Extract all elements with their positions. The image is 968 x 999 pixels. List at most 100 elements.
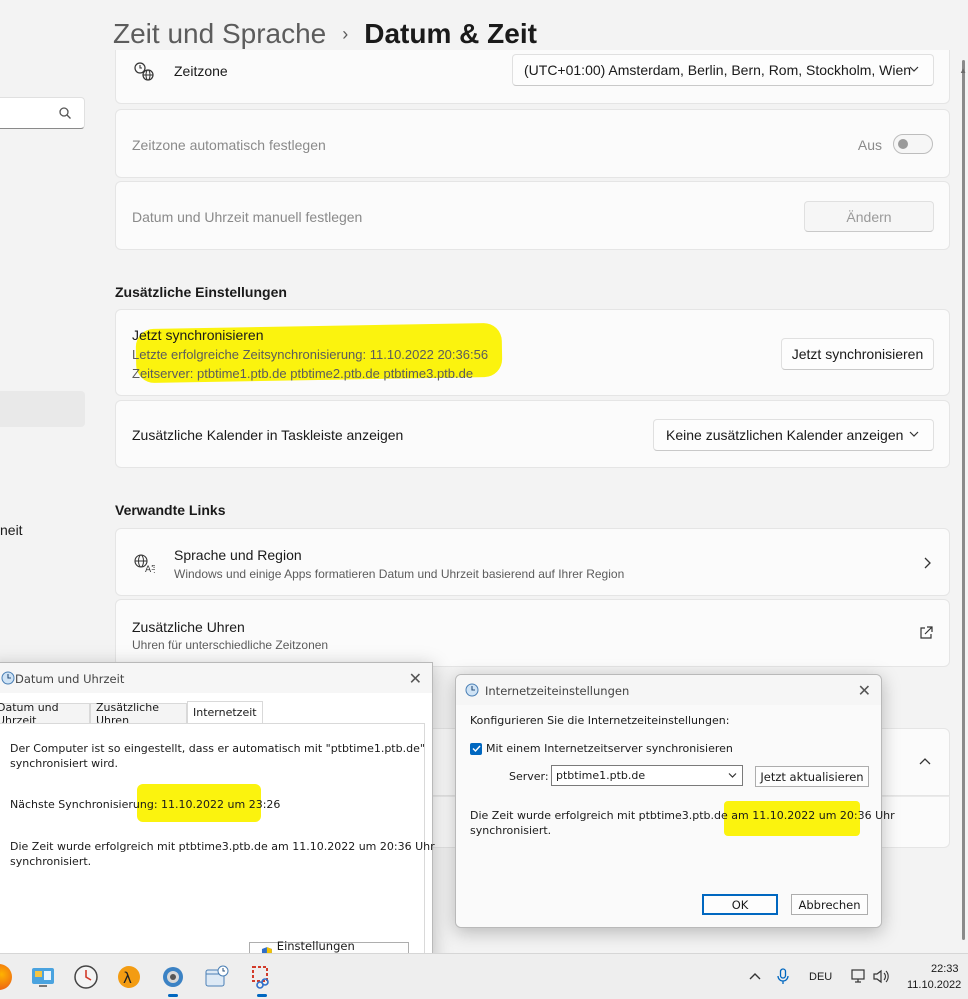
datetime-dialog: Datum und Uhrzeit ✕ Datum und Uhrzeit Zu… xyxy=(0,662,435,967)
last-sync-text: Letzte erfolgreiche Zeitsynchronisierung… xyxy=(132,347,489,362)
scroll-up-arrow-icon[interactable]: ▲ xyxy=(959,66,967,75)
active-indicator xyxy=(168,994,178,997)
tab-strip: Datum und Uhrzeit Zusätzliche Uhren Inte… xyxy=(0,701,434,727)
sync-checkbox[interactable] xyxy=(470,742,482,755)
sync-config-line1: Der Computer ist so eingestellt, dass er… xyxy=(10,742,425,755)
sync-config-line2: synchronisiert wird. xyxy=(10,757,119,770)
checkmark-icon xyxy=(472,745,481,753)
calendar-label: Zusätzliche Kalender in Taskleiste anzei… xyxy=(132,427,404,443)
snipping-tool-icon[interactable] xyxy=(249,964,275,997)
chevron-up-icon[interactable] xyxy=(919,757,931,765)
sync-now-button[interactable]: Jetzt synchronisieren xyxy=(781,338,934,370)
taskbar-time[interactable]: 22:33 xyxy=(931,963,959,975)
timezone-dropdown[interactable]: (UTC+01:00) Amsterdam, Berlin, Bern, Rom… xyxy=(512,54,934,86)
input-language[interactable]: DEU xyxy=(809,971,832,983)
sync-status-line1: Die Zeit wurde erfolgreich mit ptbtime3.… xyxy=(470,809,895,822)
time-servers-text: Zeitserver: ptbtime1.ptb.de ptbtime2.ptb… xyxy=(132,366,474,381)
next-sync-prefix: Nächste Synchronisierung: xyxy=(10,798,162,811)
internet-time-dialog: Internetzeiteinstellungen ✕ Konfiguriere… xyxy=(455,674,895,928)
sync-status-line2: synchronisiert. xyxy=(470,824,552,837)
chevron-down-icon xyxy=(728,773,737,778)
timezone-value: (UTC+01:00) Amsterdam, Berlin, Bern, Rom… xyxy=(524,62,912,78)
search-icon xyxy=(59,107,71,119)
taskbar: λ DEU 22:33 11.10.2022 xyxy=(0,953,968,999)
server-combobox[interactable]: ptbtime1.ptb.de xyxy=(551,765,743,786)
sync-status-highlight: 11.10.2022 um 20:36 Uhr xyxy=(752,809,895,822)
firefox-icon[interactable] xyxy=(0,964,12,990)
auto-timezone-state: Aus xyxy=(857,137,882,153)
update-now-button[interactable]: Jetzt aktualisieren xyxy=(755,766,869,787)
timezone-label: Zeitzone xyxy=(174,63,228,79)
control-panel-icon[interactable] xyxy=(30,964,56,990)
volume-icon[interactable] xyxy=(873,969,889,984)
manual-time-card: Datum und Uhrzeit manuell festlegen Ände… xyxy=(115,181,950,250)
breadcrumb: Zeit und Sprache › Datum & Zeit xyxy=(113,14,537,54)
external-link-icon xyxy=(920,626,933,639)
timezone-globe-icon xyxy=(134,62,154,81)
close-icon[interactable]: ✕ xyxy=(409,669,422,688)
calendar-dropdown[interactable]: Keine zusätzlichen Kalender anzeigen xyxy=(653,419,934,451)
additional-clocks-title: Zusätzliche Uhren xyxy=(132,619,245,635)
clock-app-icon[interactable] xyxy=(73,964,99,990)
network-icon[interactable] xyxy=(851,969,867,984)
additional-clocks-subtitle: Uhren für unterschiedliche Zeitzonen xyxy=(132,638,329,652)
ok-button[interactable]: OK xyxy=(702,894,778,915)
svg-text:A字: A字 xyxy=(145,563,155,573)
internet-time-heading: Konfigurieren Sie die Internetzeiteinste… xyxy=(470,714,730,727)
additional-clocks-link[interactable]: Zusätzliche Uhren Uhren für unterschiedl… xyxy=(115,599,950,667)
active-indicator xyxy=(257,994,267,997)
related-links-title: Verwandte Links xyxy=(115,502,226,518)
sidebar-search-input[interactable] xyxy=(0,97,85,129)
calendar-card: Zusätzliche Kalender in Taskleiste anzei… xyxy=(115,400,950,468)
toggle-knob xyxy=(898,139,908,149)
sync-card: Jetzt synchronisieren Letzte erfolgreich… xyxy=(115,309,950,396)
internet-time-title: Internetzeiteinstellungen xyxy=(485,684,630,698)
cancel-button[interactable]: Abbrechen xyxy=(791,894,868,915)
breadcrumb-separator: › xyxy=(342,23,349,44)
language-region-title: Sprache und Region xyxy=(174,547,302,563)
chevron-up-icon[interactable] xyxy=(749,972,761,980)
language-region-link[interactable]: A字 Sprache und Region Windows und einige… xyxy=(115,528,950,596)
success-line1: Die Zeit wurde erfolgreich mit ptbtime3.… xyxy=(10,840,435,853)
change-time-button[interactable]: Ändern xyxy=(804,201,934,232)
sync-checkbox-row[interactable]: Mit einem Internetzeitserver synchronisi… xyxy=(470,742,733,755)
tab-datum-uhrzeit[interactable]: Datum und Uhrzeit xyxy=(0,701,90,727)
half-life-icon[interactable]: λ xyxy=(116,964,142,990)
chevron-down-icon xyxy=(909,66,919,72)
additional-settings-title: Zusätzliche Einstellungen xyxy=(115,284,287,300)
tab-zusaetzliche-uhren[interactable]: Zusätzliche Uhren xyxy=(90,701,187,727)
next-sync-value: 11.10.2022 um 23:26 xyxy=(161,798,281,811)
server-value: ptbtime1.ptb.de xyxy=(556,769,646,782)
sync-checkbox-label: Mit einem Internetzeitserver synchronisi… xyxy=(486,742,733,755)
svg-text:λ: λ xyxy=(123,969,132,987)
internet-time-body: Konfigurieren Sie die Internetzeiteinste… xyxy=(456,705,895,927)
auto-timezone-label: Zeitzone automatisch festlegen xyxy=(132,137,326,153)
auto-timezone-toggle[interactable] xyxy=(893,134,933,154)
next-sync-text: Nächste Synchronisierung: 11.10.2022 um … xyxy=(10,798,280,811)
datetime-panel-icon[interactable] xyxy=(204,964,230,990)
auto-timezone-card: Zeitzone automatisch festlegen Aus xyxy=(115,109,950,178)
manual-time-label: Datum und Uhrzeit manuell festlegen xyxy=(132,209,363,225)
server-label: Server: xyxy=(509,770,549,783)
timezone-card: Zeitzone (UTC+01:00) Amsterdam, Berlin, … xyxy=(115,50,950,104)
scrollbar[interactable] xyxy=(962,60,965,940)
sidebar-item-selected[interactable] xyxy=(0,391,85,427)
calendar-value: Keine zusätzlichen Kalender anzeigen xyxy=(666,427,904,443)
settings-gear-icon[interactable] xyxy=(160,964,186,997)
breadcrumb-parent[interactable]: Zeit und Sprache xyxy=(113,18,326,50)
sync-status-prefix: Die Zeit wurde erfolgreich mit ptbtime3.… xyxy=(470,809,753,822)
language-icon: A字 xyxy=(134,554,155,573)
sidebar-item-label[interactable]: neit xyxy=(0,522,23,538)
chevron-down-icon xyxy=(909,431,919,437)
taskbar-date[interactable]: 11.10.2022 xyxy=(907,979,961,991)
datetime-dialog-title: Datum und Uhrzeit xyxy=(15,672,125,686)
success-line2: synchronisiert. xyxy=(10,855,92,868)
page-title: Datum & Zeit xyxy=(364,18,537,49)
chevron-right-icon xyxy=(924,557,931,569)
clock-icon xyxy=(1,671,15,685)
sync-label: Jetzt synchronisieren xyxy=(132,327,264,343)
language-region-subtitle: Windows und einige Apps formatieren Datu… xyxy=(174,567,625,581)
tab-internetzeit[interactable]: Internetzeit xyxy=(187,701,263,723)
microphone-icon[interactable] xyxy=(777,968,789,985)
close-icon[interactable]: ✕ xyxy=(858,681,871,700)
